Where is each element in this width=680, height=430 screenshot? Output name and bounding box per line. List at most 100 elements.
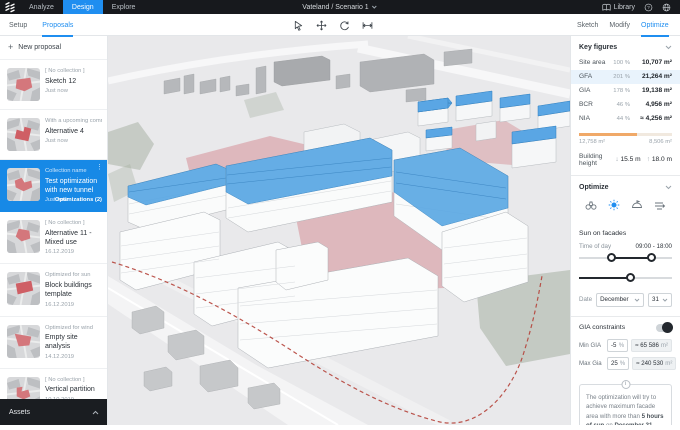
3d-scene (108, 36, 570, 425)
proposal-collection: [ No collection ] (45, 220, 102, 226)
slider-handle-end[interactable] (647, 253, 656, 262)
date-label: Date (579, 296, 592, 303)
max-gia-label: Max Gia (579, 360, 604, 367)
kf-value: 19,138 m² (634, 87, 672, 94)
proposal-collection: [ No collection ] (45, 68, 102, 74)
kf-percent: 178 % (613, 88, 630, 94)
min-gia-input[interactable]: -5 % (607, 339, 628, 352)
book-icon (602, 3, 611, 12)
tab-analyze[interactable]: Analyze (20, 0, 63, 14)
kf-label: NIA (579, 115, 617, 122)
binoculars-icon[interactable] (585, 198, 597, 216)
library-button[interactable]: Library (602, 3, 635, 12)
proposal-title: Vertical partition (45, 385, 102, 394)
gia-constraints-toggle[interactable] (656, 324, 672, 332)
min-gia-computed: ≈ 65 586 m² (631, 339, 672, 352)
day-value: 31 (652, 296, 659, 303)
proposal-title: Alternative 11 - Mixed use (45, 229, 102, 247)
tab-setup[interactable]: Setup (9, 14, 27, 36)
kf-percent: 100 % (613, 60, 630, 66)
min-gia-computed-value: ≈ 65 586 (635, 342, 659, 349)
proposal-card[interactable]: [ No collection ] Alternative 11 - Mixed… (0, 212, 107, 264)
measure-tool-button[interactable] (362, 20, 373, 31)
sun-icon[interactable] (608, 198, 620, 216)
select-tool-button[interactable] (293, 20, 304, 31)
tab-design[interactable]: Design (63, 0, 103, 14)
wind-icon[interactable] (654, 198, 666, 216)
kf-value: 10,707 m² (634, 59, 672, 66)
kf-percent: 46 % (617, 102, 630, 108)
project-name: Vateland / Scenario 1 (302, 4, 368, 11)
building-height-max[interactable]: ↑ 18.0 m (647, 156, 672, 163)
3d-viewport[interactable] (108, 36, 570, 425)
proposal-thumbnail (7, 168, 40, 201)
date-slider[interactable] (579, 271, 672, 285)
proposal-collection: With a upcoming commen... (45, 118, 102, 124)
max-gia-computed-value: ≈ 240 530 (636, 360, 663, 367)
key-figure-row: NIA 44 % ≈ 4,256 m² (571, 111, 680, 125)
language-button[interactable] (662, 3, 671, 12)
assets-bar[interactable]: Assets (0, 399, 108, 425)
kf-value: 21,264 m² (634, 73, 672, 80)
cursor-icon (293, 20, 304, 31)
day-select[interactable]: 31 (648, 293, 672, 307)
proposal-collection: [ No collection ] (45, 377, 102, 383)
sqm-unit: m² (661, 342, 668, 349)
toolbar: Setup Proposals Sketch Modify Optimize (0, 14, 680, 36)
proposal-card[interactable]: With a upcoming commen... Alternative 4 … (0, 110, 107, 160)
project-switcher[interactable]: Vateland / Scenario 1 (302, 4, 377, 11)
min-gia-label: Min GIA (579, 342, 604, 349)
proposal-card[interactable]: Optimized for wind Empty site analysis 1… (0, 317, 107, 369)
tab-modify[interactable]: Modify (609, 14, 630, 36)
optimization-mode-selector (571, 196, 680, 223)
help-button[interactable]: ? (644, 3, 653, 12)
tab-proposals[interactable]: Proposals (42, 14, 73, 36)
slider-handle-start[interactable] (607, 253, 616, 262)
kebab-menu-icon[interactable]: ⋮ (96, 164, 103, 171)
optimize-header[interactable]: Optimize (571, 176, 680, 196)
sun-on-facades-label: Sun on facades (571, 223, 680, 239)
optimizations-badge[interactable]: Optimizations (2) (55, 197, 102, 203)
chevron-down-icon (634, 298, 640, 302)
proposal-card-selected[interactable]: ⋮ Collection name Test optimization with… (0, 160, 107, 212)
tab-optimize[interactable]: Optimize (641, 14, 669, 36)
gia-constraints-label: GIA constraints (579, 324, 625, 331)
chevron-down-icon (665, 45, 672, 50)
move-tool-button[interactable] (316, 20, 327, 31)
proposal-card[interactable]: [ No collection ] Sketch 12 Just now (0, 60, 107, 110)
rotate-icon (339, 20, 350, 31)
gfa-range-bar[interactable] (579, 133, 672, 136)
max-gia-input[interactable]: 25 % (607, 357, 629, 370)
gfa-bar-max-label: 8,506 m² (649, 139, 672, 145)
slider-handle[interactable] (626, 273, 635, 282)
dome-icon[interactable] (631, 198, 643, 216)
proposal-date: Just now (45, 88, 102, 94)
app-logo-icon[interactable] (0, 0, 20, 14)
percent-unit: % (619, 342, 624, 349)
plus-icon: + (8, 45, 13, 50)
arrow-up-icon: ↑ (647, 156, 650, 163)
new-proposal-button[interactable]: + New proposal (0, 36, 107, 60)
percent-unit: % (620, 360, 625, 367)
application-window: { "topbar": { "brand": "Spacemaker", "ta… (0, 0, 680, 425)
proposal-thumbnail (7, 325, 40, 358)
proposal-card[interactable]: Optimized for sun Block buildings templa… (0, 264, 107, 316)
month-select[interactable]: December (596, 293, 644, 307)
key-figures-header[interactable]: Key figures (571, 36, 680, 56)
measure-icon (362, 20, 373, 31)
svg-text:?: ? (647, 5, 650, 11)
optimize-panel: Key figures Site area 100 % 10,707 m² GF… (570, 36, 680, 425)
tab-sketch[interactable]: Sketch (577, 14, 598, 36)
chevron-down-icon (662, 298, 668, 302)
key-figure-row: Site area 100 % 10,707 m² (571, 56, 680, 70)
kf-percent: 201 % (613, 74, 630, 80)
arrow-down-icon: ↓ (615, 156, 618, 163)
tab-explore[interactable]: Explore (103, 0, 145, 14)
max-gia-value: 25 (611, 360, 618, 367)
kf-label: BCR (579, 101, 617, 108)
proposal-title: Test optimization with new tunnel (45, 177, 102, 195)
rotate-tool-button[interactable] (339, 20, 350, 31)
time-of-day-slider[interactable] (579, 251, 672, 265)
proposal-date: 16.12.2019 (45, 249, 102, 255)
building-height-min[interactable]: ↓ 15.5 m (615, 156, 640, 163)
